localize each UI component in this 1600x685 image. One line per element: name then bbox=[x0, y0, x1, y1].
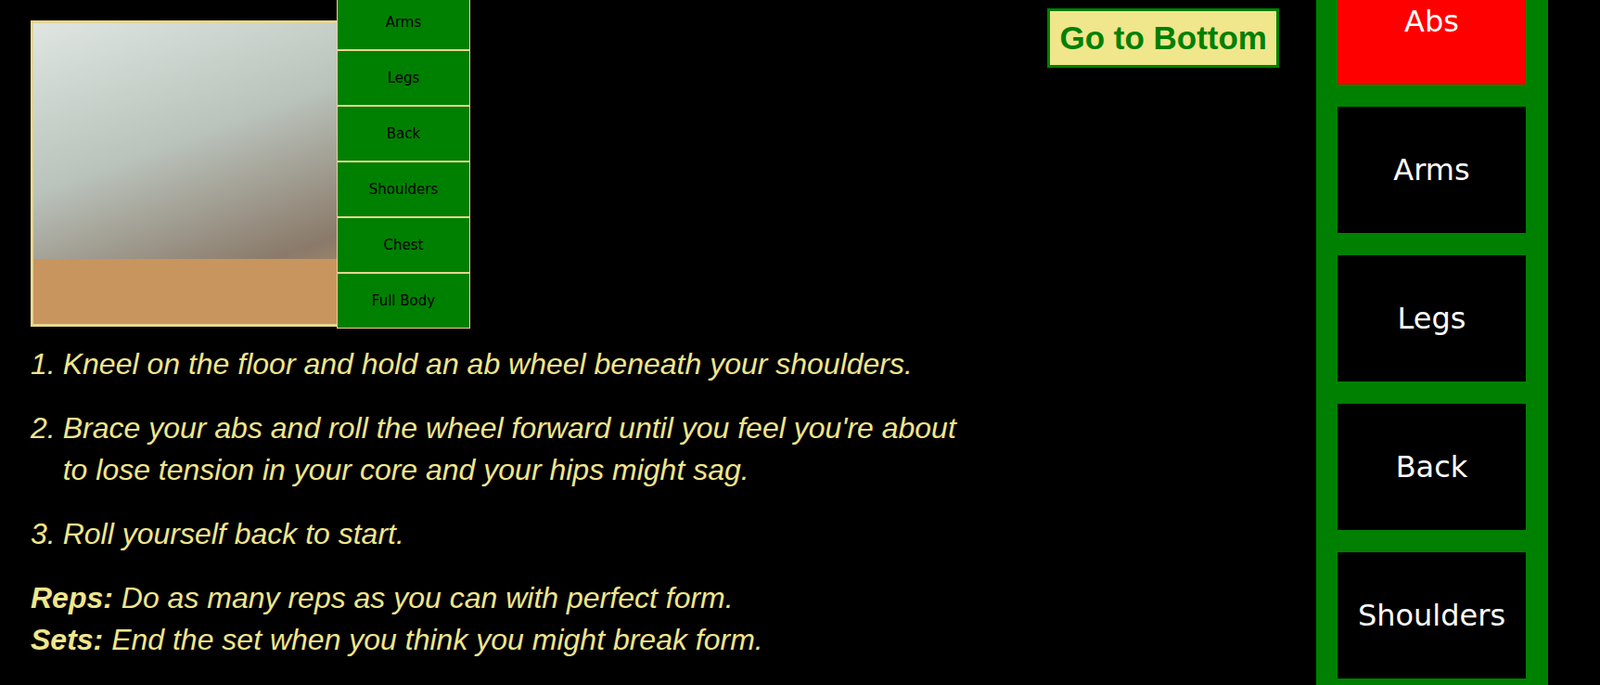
dropdown-item[interactable]: Legs bbox=[336, 50, 471, 106]
step-text: Roll yourself back to start. bbox=[63, 512, 405, 555]
dropdown-item[interactable]: Arms bbox=[336, 0, 471, 51]
step-item: 1. Kneel on the floor and hold an ab whe… bbox=[30, 343, 959, 385]
photo-area: ArmsLegsBackShouldersChestFull Body bbox=[30, 0, 393, 327]
detail-label: Sets: bbox=[30, 622, 103, 656]
step-item: 3. Roll yourself back to start. bbox=[30, 512, 959, 555]
step-item: 2. Brace your abs and roll the wheel for… bbox=[30, 407, 959, 491]
dropdown-item[interactable]: Shoulders bbox=[336, 161, 471, 218]
step-text: Kneel on the floor and hold an ab wheel … bbox=[63, 343, 913, 385]
steps-list: 1. Kneel on the floor and hold an ab whe… bbox=[30, 343, 959, 555]
sidebar-item[interactable]: Shoulders bbox=[1337, 551, 1526, 679]
sidebar-item[interactable]: Back bbox=[1337, 403, 1526, 530]
go-to-bottom-button[interactable]: Go to Bottom bbox=[1047, 8, 1280, 68]
page: ArmsLegsBackShouldersChestFull Body Go t… bbox=[0, 0, 1600, 685]
sidebar-item[interactable]: Legs bbox=[1337, 255, 1526, 382]
sidebar: Abs Arms Legs Back Shoulders bbox=[1316, 0, 1549, 685]
dropdown-menu: ArmsLegsBackShouldersChestFull Body bbox=[336, 0, 471, 329]
detail-line: Reps: Do as many reps as you can with pe… bbox=[30, 576, 1280, 619]
header: ArmsLegsBackShouldersChestFull Body Go t… bbox=[30, 0, 1280, 327]
dropdown-item[interactable]: Chest bbox=[336, 217, 471, 273]
sidebar-item[interactable]: Abs bbox=[1337, 0, 1526, 85]
dropdown-item[interactable]: Back bbox=[336, 105, 471, 162]
step-number: 1. bbox=[30, 343, 56, 385]
step-text: Brace your abs and roll the wheel forwar… bbox=[63, 407, 959, 491]
sidebar-list: Abs Arms Legs Back Shoulders bbox=[1316, 0, 1549, 679]
details: Reps: Do as many reps as you can with pe… bbox=[30, 576, 1280, 661]
step-number: 2. bbox=[30, 407, 56, 491]
detail-line: Sets: End the set when you think you mig… bbox=[30, 618, 1280, 661]
detail-label: Reps: bbox=[30, 580, 114, 615]
content: ArmsLegsBackShouldersChestFull Body Go t… bbox=[0, 0, 1317, 685]
sidebar-item[interactable]: Arms bbox=[1337, 106, 1526, 233]
step-number: 3. bbox=[30, 512, 56, 555]
dropdown-item[interactable]: Full Body bbox=[336, 272, 471, 329]
